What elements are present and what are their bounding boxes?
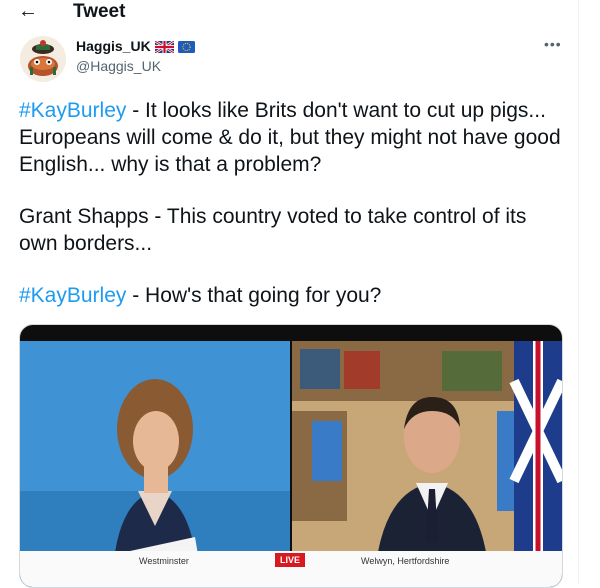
haggis-avatar-icon <box>20 36 66 82</box>
hashtag-link[interactable]: #KayBurley <box>19 99 126 122</box>
back-arrow-icon[interactable]: ← <box>18 0 38 22</box>
tweet-paragraph-1: #KayBurley - It looks like Brits don't w… <box>19 97 564 178</box>
tweet-text: - How's that going for you? <box>126 284 382 307</box>
right-location-caption: Welwyn, Hertfordshire <box>361 556 450 566</box>
author-handle[interactable]: @Haggis_UK <box>76 58 161 75</box>
tweet-paragraph-2: Grant Shapps - This country voted to tak… <box>19 205 527 255</box>
live-badge: LIVE <box>275 553 305 567</box>
eu-flag-icon <box>177 40 195 53</box>
tweet-media-video[interactable]: Westminster LIVE Welwyn, Hertfordshire <box>19 324 563 588</box>
header-bar: ← Tweet <box>0 0 578 24</box>
tweet-page: ← Tweet Haggis_UK @Haggis_UK ••• #KayBur… <box>0 0 579 588</box>
uk-flag-icon <box>154 40 174 53</box>
author-name[interactable]: Haggis_UK <box>76 38 195 55</box>
tweet-body: #KayBurley - It looks like Brits don't w… <box>19 97 564 309</box>
page-title: Tweet <box>73 1 126 22</box>
more-options-icon[interactable]: ••• <box>544 36 562 52</box>
left-location-caption: Westminster <box>139 556 189 566</box>
hashtag-link[interactable]: #KayBurley <box>19 284 126 307</box>
display-name: Haggis_UK <box>76 38 151 54</box>
guest-image <box>292 341 562 585</box>
author-avatar[interactable] <box>20 36 66 82</box>
presenter-image <box>20 341 290 585</box>
remote-guest-pane <box>292 341 562 585</box>
tweet-paragraph-3: #KayBurley - How's that going for you? <box>19 282 564 309</box>
studio-presenter-pane <box>20 341 290 585</box>
